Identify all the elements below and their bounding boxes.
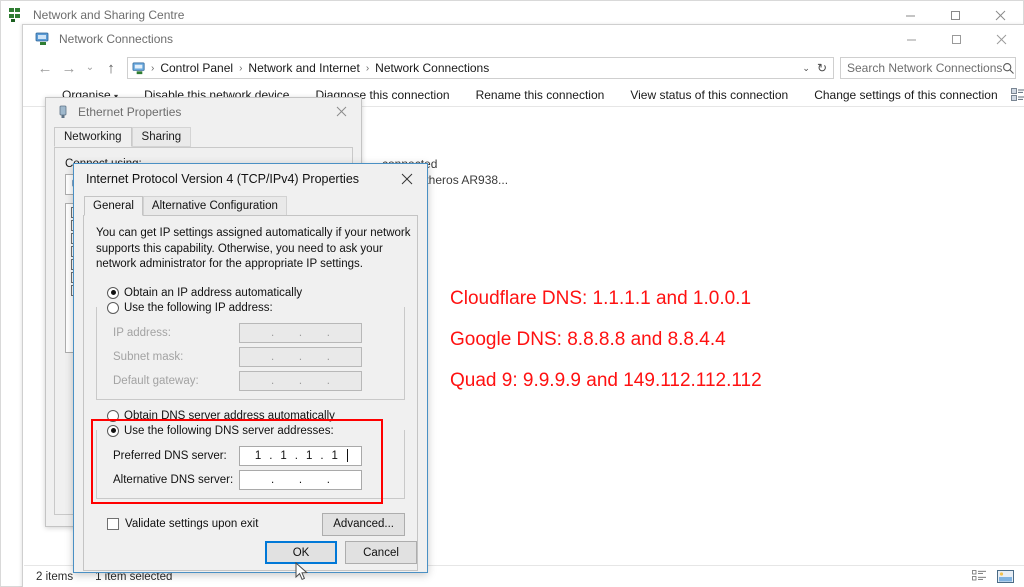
obtain-dns-automatically-option[interactable]: Obtain DNS server address automatically [107,409,405,422]
ipv4-window-controls [387,164,427,192]
ethprops-title: Ethernet Properties [78,104,182,119]
tab-alternative-configuration[interactable]: Alternative Configuration [142,196,287,216]
details-view-icon[interactable] [972,570,987,583]
ipv4-close-button[interactable] [387,164,427,194]
octet-1: 1 [254,449,262,462]
breadcrumb-item-network-and-internet[interactable]: Network and Internet [245,61,362,75]
alternative-dns-input[interactable]: . . . [239,469,362,490]
radio-button[interactable] [107,409,119,422]
octet-3: 1 [305,449,313,462]
ip-address-row: IP address: ... [113,322,404,343]
preferred-dns-input[interactable]: 1. 1. 1. 1 [239,445,362,466]
explorer-titlebar: Network Connections [23,25,1024,53]
ipv4-general-panel: You can get IP settings assigned automat… [83,215,418,571]
breadcrumb-separator: › [151,62,155,74]
alternative-dns-row: Alternative DNS server: . . . [113,469,404,490]
search-icon [1002,62,1015,75]
chevron-down-icon[interactable]: ⌄ [802,63,810,74]
default-gateway-label: Default gateway: [113,374,199,387]
ipv4-titlebar: Internet Protocol Version 4 (TCP/IPv4) P… [74,164,427,194]
ethernet-adapter-icon [56,105,70,119]
address-bar[interactable]: › Control Panel › Network and Internet ›… [127,57,834,79]
validate-checkbox[interactable] [107,518,119,531]
preferred-dns-row: Preferred DNS server: 1. 1. 1. 1 [113,445,404,466]
default-gateway-row: Default gateway: ... [113,370,404,391]
ipv4-description: You can get IP settings assigned automat… [96,227,411,271]
ipv4-properties-dialog: Internet Protocol Version 4 (TCP/IPv4) P… [73,163,428,573]
control-panel-icon [132,61,147,76]
subnet-mask-label: Subnet mask: [113,350,184,363]
annotation-quad9: Quad 9: 9.9.9.9 and 149.112.112.112 [450,370,762,391]
obtain-dns-automatically-label: Obtain DNS server address automatically [124,409,335,422]
network-connections-icon [35,31,51,47]
default-gateway-input[interactable]: ... [239,370,362,391]
ip-address-input[interactable]: ... [239,322,362,343]
view-status-button[interactable]: View status of this connection [617,88,801,102]
change-view-icon[interactable]: ▾ [1010,87,1024,102]
octet-4: 1 [331,449,338,462]
breadcrumb-item-control-panel[interactable]: Control Panel [157,61,236,75]
breadcrumb-separator: › [239,62,243,74]
radio-button[interactable] [107,286,119,299]
cancel-button[interactable]: Cancel [345,541,417,564]
refresh-icon[interactable]: ↻ [817,61,827,75]
forward-button[interactable]: → [57,56,81,80]
subnet-mask-row: Subnet mask: ... [113,346,404,367]
rename-connection-button[interactable]: Rename this connection [463,88,618,102]
network-sharing-icon [9,7,25,23]
text-caret [346,449,348,463]
subnet-mask-input[interactable]: ... [239,346,362,367]
large-icons-view-icon[interactable] [997,570,1014,583]
ip-address-label: IP address: [113,326,171,339]
recent-locations-button[interactable]: ⌄ [81,56,99,80]
ethprops-titlebar: Ethernet Properties [46,98,361,125]
tab-general[interactable]: General [84,196,143,216]
up-button[interactable]: ↑ [99,56,123,80]
navigation-row: ← → ⌄ ↑ › Control Panel › Network and In… [23,53,1024,83]
ipv4-tabstrip: General Alternative Configuration [74,194,427,216]
manual-dns-group: Preferred DNS server: 1. 1. 1. 1 Alterna… [96,429,405,499]
explorer-title: Network Connections [59,32,174,46]
ipv4-title: Internet Protocol Version 4 (TCP/IPv4) P… [86,172,360,186]
obtain-ip-automatically-label: Obtain an IP address automatically [124,286,303,299]
tab-networking[interactable]: Networking [54,127,132,147]
explorer-maximize-button[interactable] [934,25,979,53]
annotation-cloudflare: Cloudflare DNS: 1.1.1.1 and 1.0.0.1 [450,288,752,309]
validate-settings-label: Validate settings upon exit [125,518,259,531]
obtain-ip-automatically-option[interactable]: Obtain an IP address automatically [107,286,405,299]
change-settings-button[interactable]: Change settings of this connection [801,88,1010,102]
back-button[interactable]: ← [33,56,57,80]
validate-settings-option[interactable]: Validate settings upon exit [107,518,259,531]
preferred-dns-label: Preferred DNS server: [113,449,227,462]
octet-2: 1 [280,449,287,462]
ethprops-tabstrip: Networking Sharing [46,125,361,147]
item-count: 2 items [36,570,74,583]
mouse-pointer [295,561,309,585]
explorer-window-controls [889,25,1024,53]
dns-annotations: Cloudflare DNS: 1.1.1.1 and 1.0.0.1 Goog… [450,288,762,411]
ethprops-close-button[interactable] [321,98,361,125]
ok-button[interactable]: OK [265,541,337,564]
advanced-button[interactable]: Advanced... [322,512,405,536]
alternative-dns-label: Alternative DNS server: [113,473,234,486]
annotation-google: Google DNS: 8.8.8.8 and 8.8.4.4 [450,329,726,350]
ethprops-window-controls [321,98,361,126]
tab-sharing[interactable]: Sharing [131,127,192,147]
search-box[interactable]: Search Network Connections [840,57,1016,79]
explorer-minimize-button[interactable] [889,25,934,53]
search-input[interactable]: Search Network Connections [847,61,1002,75]
nsc-title: Network and Sharing Centre [33,8,185,22]
breadcrumb-separator: › [365,62,370,74]
explorer-close-button[interactable] [979,25,1024,53]
manual-ip-group: IP address: ... Subnet mask: ... Default… [96,306,405,400]
breadcrumb-item-network-connections[interactable]: Network Connections [372,61,492,75]
